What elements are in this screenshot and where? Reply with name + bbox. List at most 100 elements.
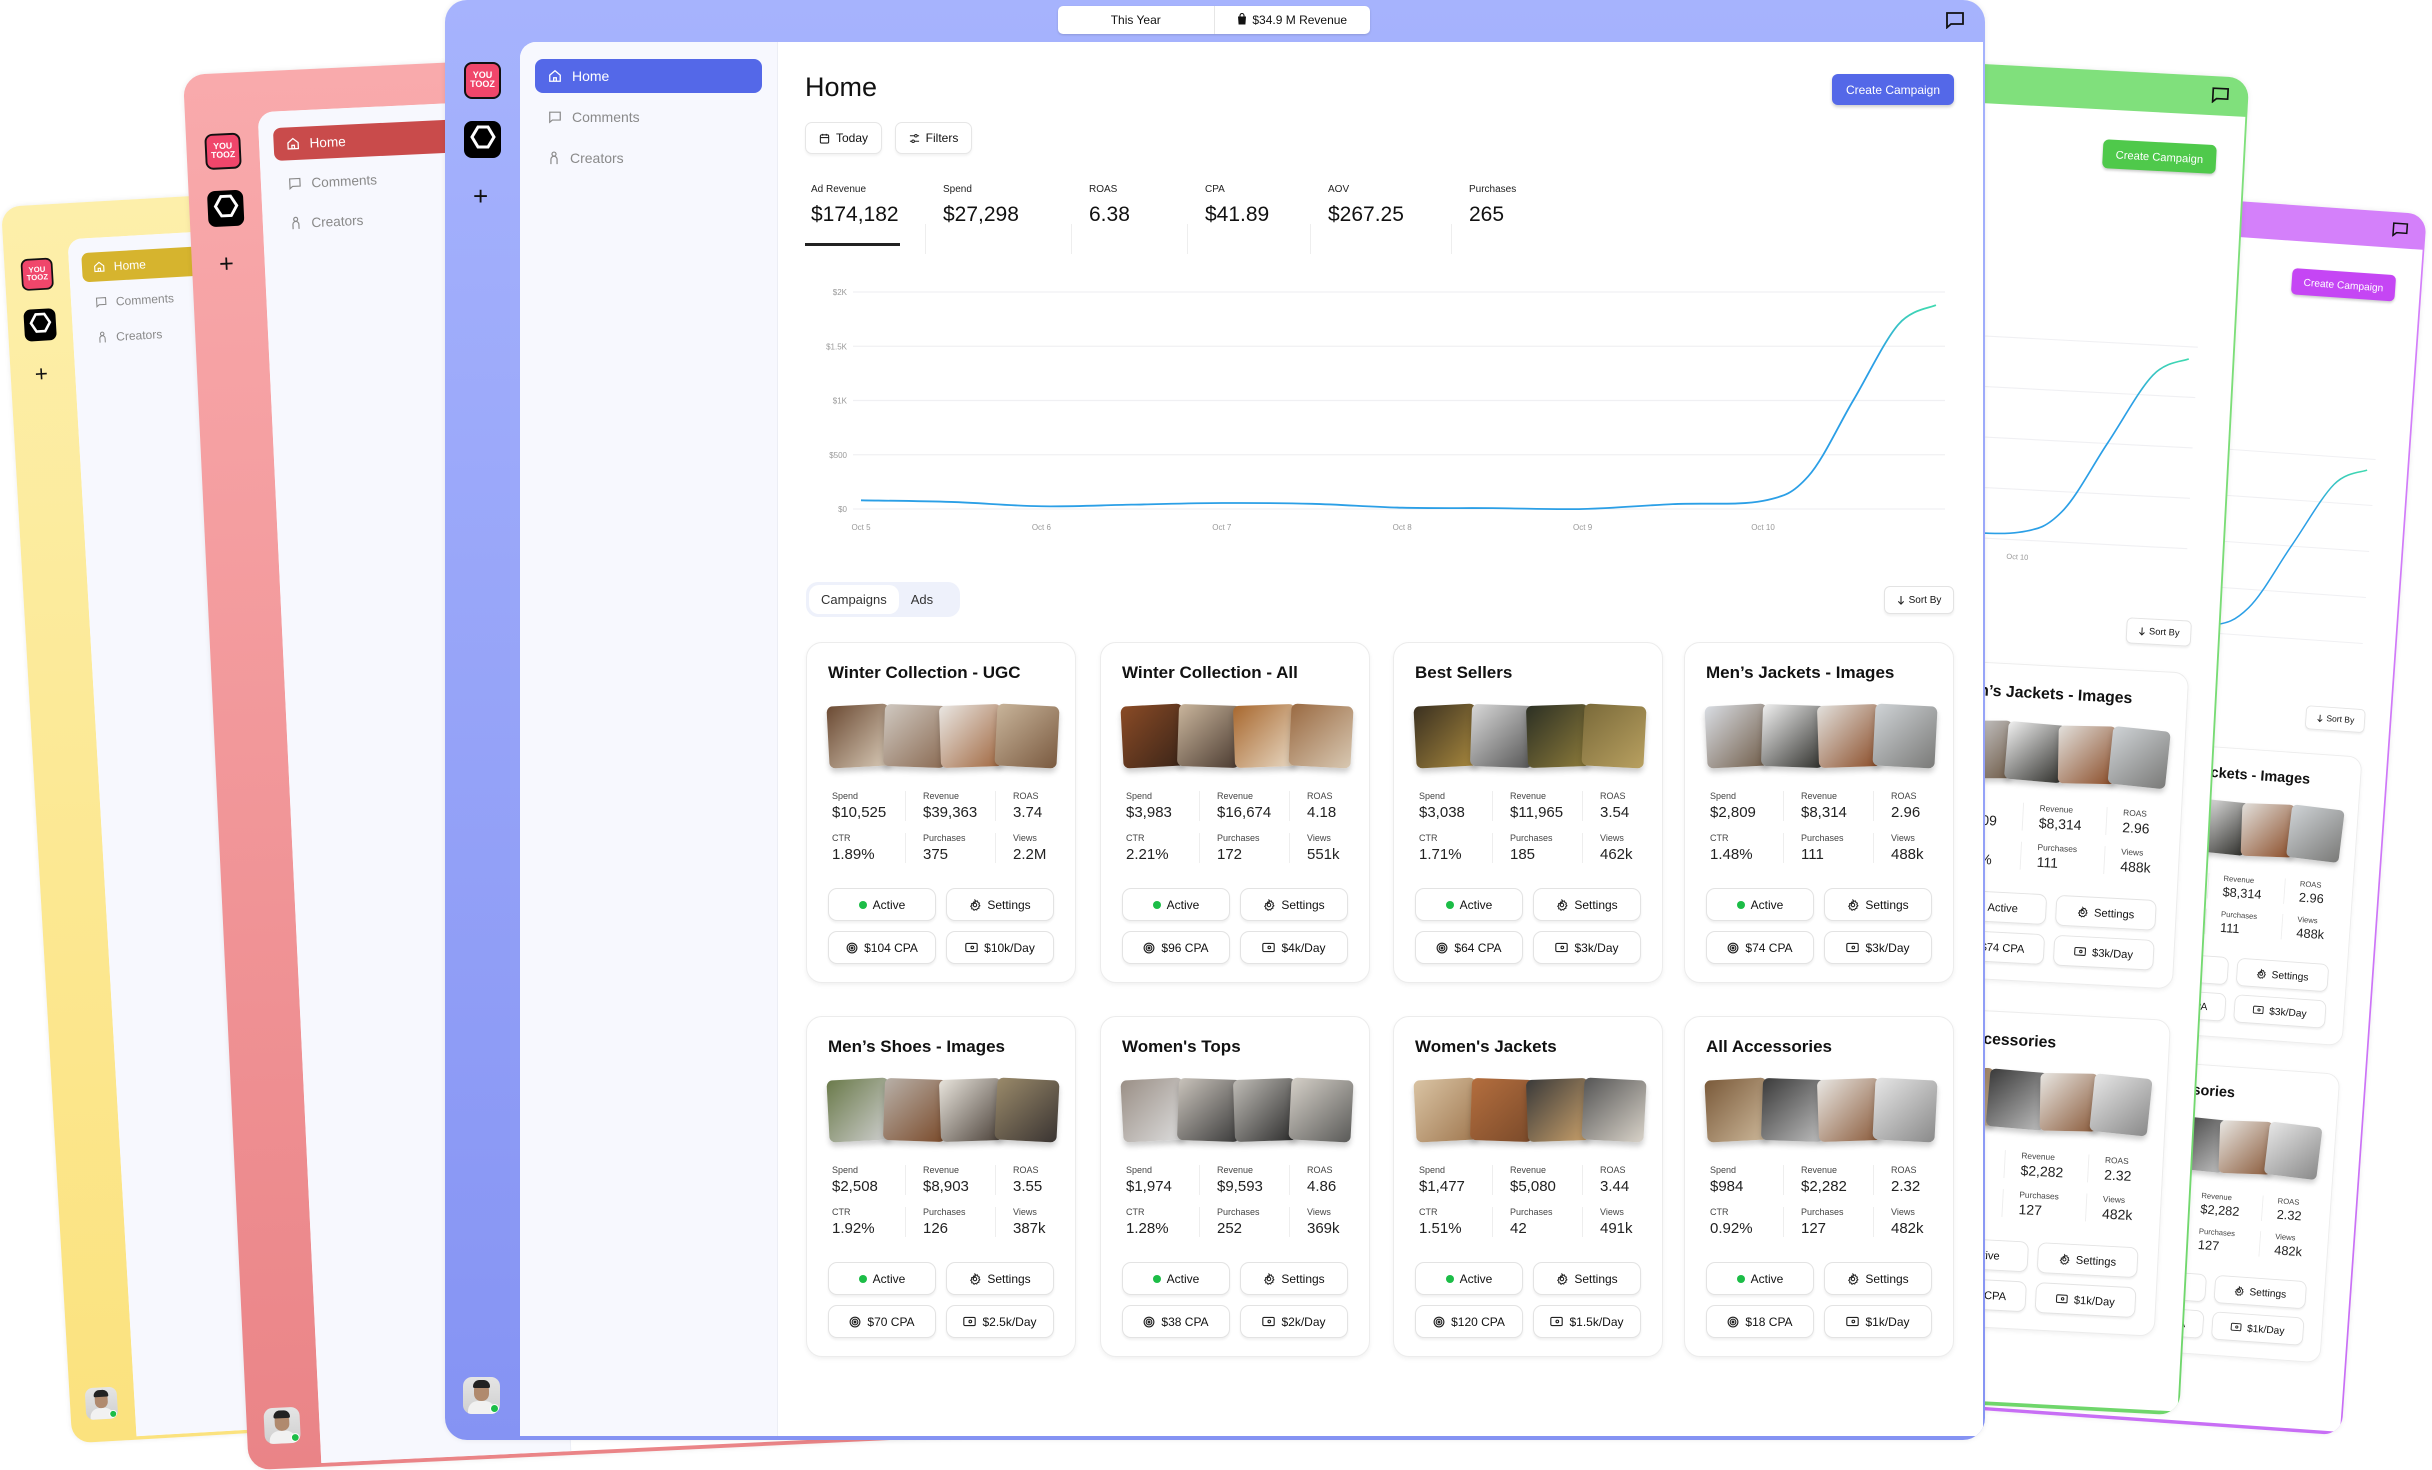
tab-ads[interactable]: Ads [899,585,945,614]
ad-thumbnail[interactable] [1413,1077,1479,1143]
settings-button[interactable]: Settings [2036,1242,2139,1279]
ad-thumbnails[interactable] [1413,700,1647,772]
ad-thumbnail[interactable] [1525,703,1591,769]
settings-button[interactable]: Settings [1533,1262,1641,1295]
sidebar-item-creators[interactable]: Creators [535,141,762,175]
avatar[interactable] [463,1377,500,1414]
topbar-summary[interactable]: This Year $34.9 M Revenue [1058,6,1370,34]
campaign-card[interactable]: Best Sellers Spend$3,038 Revenue$11,965RO… [1393,642,1663,983]
metric-ad-revenue[interactable]: Ad Revenue $174,182 [811,184,899,227]
campaign-card[interactable]: Men’s Shoes - Images Spend$2,508 Revenue$… [806,1016,1076,1357]
date-filter-button[interactable]: Today [805,122,882,154]
settings-button[interactable]: Settings [2213,1274,2308,1310]
status-button[interactable]: Active [1415,888,1523,921]
status-button[interactable]: Active [828,888,936,921]
ad-thumbnail[interactable] [1413,703,1479,769]
chat-icon[interactable] [2210,86,2230,108]
cpa-target-button[interactable]: $70 CPA [828,1305,936,1338]
youtooz-logo[interactable]: YOUTOOZ [464,62,501,99]
ad-thumbnail[interactable] [1872,1077,1938,1143]
tab-campaigns[interactable]: Campaigns [809,585,899,614]
create-campaign-button[interactable]: Create Campaign [2102,139,2217,174]
chat-icon[interactable] [2391,221,2409,242]
filters-button[interactable]: Filters [895,122,972,154]
metric-roas[interactable]: ROAS 6.38 [1089,184,1130,227]
ad-thumbnail[interactable] [1760,703,1826,769]
settings-button[interactable]: Settings [946,1262,1054,1295]
daily-budget-button[interactable]: $3k/Day [2052,934,2155,971]
ad-thumbnails[interactable] [826,700,1060,772]
create-campaign-button[interactable]: Create Campaign [2290,267,2397,302]
campaign-card[interactable]: Winter Collection - All Spend$3,983 Reven… [1100,642,1370,983]
ad-thumbnail[interactable] [826,703,892,769]
cpa-target-button[interactable]: $120 CPA [1415,1305,1523,1338]
hexagon-brand-logo[interactable] [206,189,245,228]
chat-icon[interactable] [1945,11,1965,34]
ad-thumbnails[interactable] [826,1074,1060,1146]
hexagon-brand-logo[interactable] [23,308,57,342]
status-button[interactable]: Active [1122,1262,1230,1295]
daily-budget-button[interactable]: $1.5k/Day [1533,1305,1641,1338]
ad-thumbnail[interactable] [994,1077,1060,1143]
daily-budget-button[interactable]: $1k/Day [2034,1282,2137,1319]
ad-thumbnail[interactable] [2107,725,2171,790]
campaign-card[interactable]: Women's Jackets Spend$1,477 Revenue$5,080… [1393,1016,1663,1357]
ad-thumbnail[interactable] [1120,703,1186,769]
daily-budget-button[interactable]: $10k/Day [946,931,1054,964]
ad-thumbnail[interactable] [1704,1077,1770,1143]
ad-thumbnail[interactable] [1581,703,1647,769]
cpa-target-button[interactable]: $64 CPA [1415,931,1523,964]
settings-button[interactable]: Settings [1824,1262,1932,1295]
ad-thumbnail[interactable] [1816,1077,1882,1143]
period-selector[interactable]: This Year [1058,6,1214,34]
daily-budget-button[interactable]: $3k/Day [1824,931,1932,964]
ad-thumbnail[interactable] [882,1077,948,1143]
settings-button[interactable]: Settings [1824,888,1932,921]
ad-thumbnail[interactable] [1704,703,1770,769]
ad-thumbnail[interactable] [1232,703,1298,769]
ad-thumbnails[interactable] [1704,700,1938,772]
cpa-target-button[interactable]: $104 CPA [828,931,936,964]
sort-by-button[interactable]: Sort By [1884,586,1954,614]
daily-budget-button[interactable]: $2k/Day [1240,1305,1348,1338]
status-button[interactable]: Active [1415,1262,1523,1295]
settings-button[interactable]: Settings [1240,1262,1348,1295]
status-button[interactable]: Active [828,1262,936,1295]
settings-button[interactable]: Settings [2235,957,2330,993]
metric-cpa[interactable]: CPA $41.89 [1205,184,1269,227]
ad-thumbnail[interactable] [994,703,1060,769]
add-workspace-button[interactable]: + [218,248,234,278]
settings-button[interactable]: Settings [2054,894,2157,931]
ad-thumbnail[interactable] [2285,804,2345,864]
ad-thumbnail[interactable] [1760,1077,1826,1143]
daily-budget-button[interactable]: $3k/Day [2233,994,2327,1029]
ad-thumbnail[interactable] [1525,1077,1591,1143]
ad-thumbnail[interactable] [1469,703,1535,769]
ad-thumbnail[interactable] [1176,1077,1242,1143]
ad-thumbnail[interactable] [2089,1073,2153,1137]
status-button[interactable]: Active [1706,888,1814,921]
sort-by-button[interactable]: Sort By [2125,617,2192,647]
ad-thumbnail[interactable] [1176,703,1242,769]
sidebar-item-comments[interactable]: Comments [535,100,762,134]
ad-thumbnails[interactable] [1953,714,2172,792]
youtooz-logo[interactable]: YOUTOOZ [204,132,242,171]
metric-purchases[interactable]: Purchases 265 [1469,184,1516,227]
avatar[interactable] [84,1386,119,1421]
add-workspace-button[interactable]: + [473,183,488,209]
youtooz-logo[interactable]: YOUTOOZ [20,257,54,292]
settings-button[interactable]: Settings [946,888,1054,921]
ad-thumbnail[interactable] [938,703,1004,769]
ad-thumbnail[interactable] [1120,1077,1186,1143]
ad-thumbnails[interactable] [1120,700,1354,772]
ad-thumbnail[interactable] [826,1077,892,1143]
add-workspace-button[interactable]: + [34,360,49,387]
ad-thumbnails[interactable] [1413,1074,1647,1146]
campaign-card[interactable]: Men’s Jackets - Images Spend$2,809 Revenu… [1684,642,1954,983]
ad-thumbnail[interactable] [1288,1077,1354,1143]
ad-thumbnail[interactable] [1288,703,1354,769]
ad-thumbnail[interactable] [1469,1077,1535,1143]
avatar[interactable] [263,1406,301,1445]
sidebar-item-home[interactable]: Home [535,59,762,93]
ad-thumbnail[interactable] [1581,1077,1647,1143]
